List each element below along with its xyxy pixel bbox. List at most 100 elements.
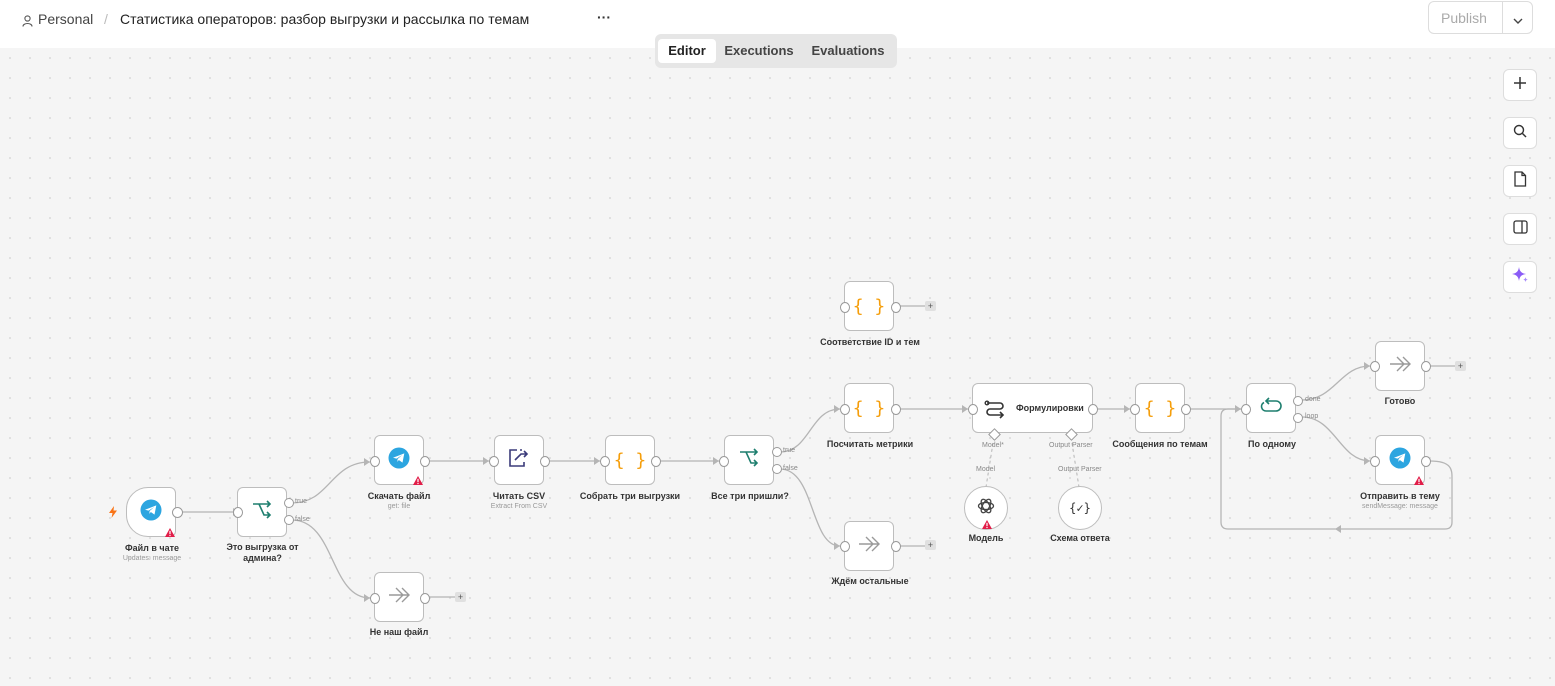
node-wait-others[interactable] [844, 521, 894, 571]
tab-editor[interactable]: Editor [658, 39, 716, 63]
node-send-to-topic[interactable] [1375, 435, 1425, 485]
node-label: Соответствие ID и тем [820, 337, 920, 347]
panel-icon [1512, 219, 1528, 239]
input-port[interactable] [840, 404, 850, 415]
input-port[interactable] [370, 593, 380, 604]
node-label: Готово [1384, 396, 1416, 406]
input-port[interactable] [840, 541, 850, 552]
sparkle-icon [1511, 266, 1529, 289]
input-port[interactable] [968, 404, 978, 415]
input-port[interactable] [1241, 404, 1251, 415]
add-node-button[interactable]: + [925, 301, 936, 311]
warning-icon [1414, 472, 1424, 490]
port-label-true: true [783, 447, 796, 454]
node-label: Это выгрузка от админа? [226, 542, 299, 563]
node-download-file[interactable] [374, 435, 424, 485]
node-label: Все три пришли? [711, 491, 789, 501]
port-label-true: true [295, 498, 308, 505]
more-options-button[interactable]: ··· [597, 9, 611, 25]
input-port[interactable] [1130, 404, 1140, 415]
telegram-icon [388, 447, 410, 474]
node-subtitle: Updates: message [122, 555, 182, 562]
output-port[interactable] [1421, 456, 1431, 467]
switch-icon [251, 499, 273, 525]
output-port[interactable] [1421, 361, 1431, 372]
output-port-true[interactable] [772, 447, 782, 457]
output-port[interactable] [172, 507, 183, 518]
node-model[interactable] [964, 486, 1008, 530]
output-port[interactable] [891, 404, 901, 415]
output-port[interactable] [891, 541, 901, 552]
publish-label: Publish [1441, 10, 1487, 26]
port-label-false: false [295, 516, 310, 523]
output-port[interactable] [420, 593, 430, 604]
breadcrumb-project[interactable]: Personal [38, 11, 93, 27]
input-port[interactable] [840, 302, 850, 313]
output-port-true[interactable] [284, 498, 294, 508]
add-sticky-note-button[interactable] [1503, 165, 1537, 197]
input-port[interactable] [1370, 456, 1380, 467]
noop-arrows-icon [1388, 356, 1412, 377]
node-collect-three[interactable]: { } [605, 435, 655, 485]
output-port[interactable] [420, 456, 430, 467]
output-port-false[interactable] [284, 515, 294, 525]
node-label: Скачать файл [367, 491, 431, 501]
ai-assistant-button[interactable] [1503, 261, 1537, 293]
workflow-canvas[interactable] [0, 48, 1555, 686]
zoom-in-button[interactable] [1503, 69, 1537, 101]
output-port[interactable] [651, 456, 661, 467]
node-one-by-one[interactable] [1246, 383, 1296, 433]
output-port-false[interactable] [772, 464, 782, 474]
node-subtitle: sendMessage: message [1362, 503, 1438, 510]
noop-arrows-icon [857, 536, 881, 557]
node-all-three[interactable] [724, 435, 774, 485]
node-count-metrics[interactable]: { } [844, 383, 894, 433]
node-file-in-chat[interactable] [126, 487, 176, 537]
node-subtitle: get: file [387, 503, 411, 510]
agent-icon [983, 397, 1007, 426]
publish-button[interactable]: Publish [1428, 1, 1533, 34]
node-is-admin-upload[interactable] [237, 487, 287, 537]
node-done[interactable] [1375, 341, 1425, 391]
input-port[interactable] [719, 456, 729, 467]
node-label: По одному [1248, 439, 1296, 449]
telegram-icon [140, 499, 162, 526]
input-port[interactable] [233, 507, 243, 518]
input-port[interactable] [489, 456, 499, 467]
search-button[interactable] [1503, 117, 1537, 149]
breadcrumb-separator: / [104, 11, 108, 27]
json-schema-icon: {✓} [1069, 501, 1091, 515]
output-port-done[interactable] [1293, 396, 1303, 406]
chevron-down-icon[interactable] [1512, 13, 1524, 31]
tab-evaluations[interactable]: Evaluations [807, 39, 889, 63]
output-port[interactable] [540, 456, 550, 467]
tab-executions[interactable]: Executions [721, 39, 797, 63]
node-label: Сообщения по темам [1112, 439, 1208, 449]
search-icon [1513, 124, 1527, 143]
add-node-button[interactable]: + [455, 592, 466, 602]
code-braces-icon: { } [852, 295, 886, 317]
input-port[interactable] [370, 456, 380, 467]
output-port-loop[interactable] [1293, 413, 1303, 423]
node-response-schema[interactable]: {✓} [1058, 486, 1102, 530]
toggle-panel-button[interactable] [1503, 213, 1537, 245]
warning-icon [165, 524, 175, 542]
workflow-title[interactable]: Статистика операторов: разбор выгрузки и… [120, 11, 529, 27]
switch-icon [738, 447, 760, 473]
add-node-button[interactable]: + [1455, 361, 1466, 371]
node-wording-agent[interactable]: Формулировки [972, 383, 1093, 433]
node-topic-messages[interactable]: { } [1135, 383, 1185, 433]
node-read-csv[interactable] [494, 435, 544, 485]
noop-arrows-icon [387, 587, 411, 608]
port-label-model: Model [976, 466, 996, 473]
view-tabs: Editor Executions Evaluations [655, 34, 897, 68]
telegram-icon [1389, 447, 1411, 474]
input-port[interactable] [1370, 361, 1380, 372]
input-port[interactable] [600, 456, 610, 467]
output-port[interactable] [1181, 404, 1191, 415]
node-id-topic-map[interactable]: { } [844, 281, 894, 331]
output-port[interactable] [1088, 404, 1098, 415]
node-not-our-file[interactable] [374, 572, 424, 622]
extract-icon [507, 447, 531, 474]
output-port[interactable] [891, 302, 901, 313]
